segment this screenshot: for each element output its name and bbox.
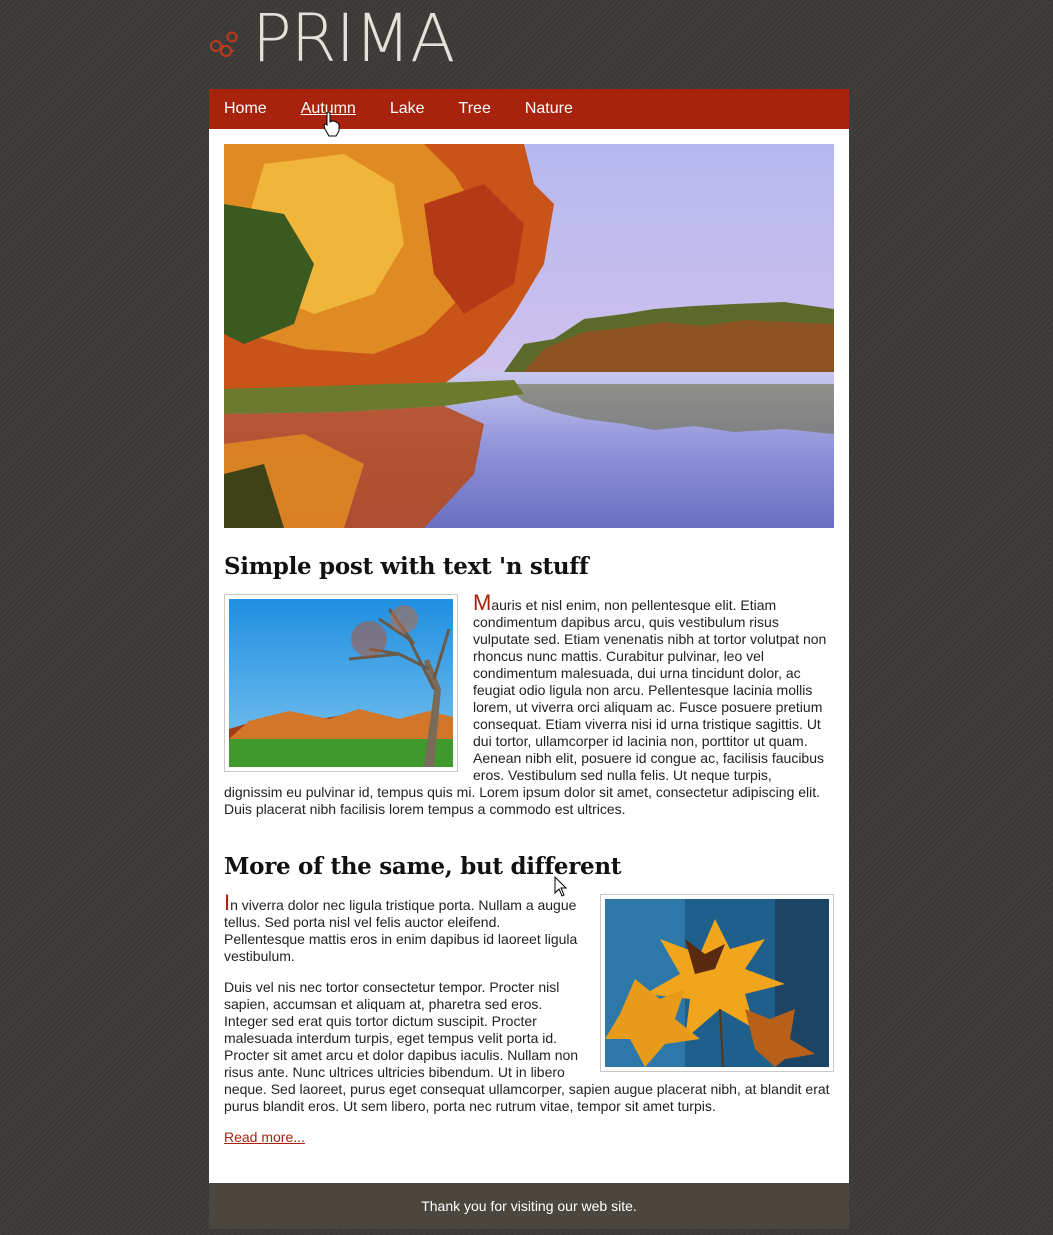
read-more-link[interactable]: Read more... [224, 1129, 305, 1145]
autumn-tree-photo [229, 599, 453, 767]
hand-cursor-icon [323, 111, 340, 137]
post-title: More of the same, but different [224, 853, 622, 880]
nav-item-home[interactable]: Home [224, 100, 267, 118]
main-content: Simple post with text 'n stuff Mauris et… [209, 129, 849, 1183]
post-thumbnail [224, 594, 458, 772]
post-title: Simple post with text 'n stuff [224, 553, 589, 580]
post-thumbnail [600, 894, 834, 1072]
footer-text: Thank you for visiting our web site. [421, 1198, 637, 1214]
main-nav: Home Autumn Lake Tree Nature [209, 89, 849, 129]
autumn-leaves-photo [605, 899, 829, 1067]
nav-item-lake[interactable]: Lake [390, 100, 425, 118]
footer: Thank you for visiting our web site. [209, 1183, 849, 1229]
nav-item-tree[interactable]: Tree [459, 100, 491, 118]
arrow-cursor-icon [554, 876, 568, 897]
dropcap: M [473, 590, 492, 615]
logo-leaf-icon [210, 31, 238, 57]
hero-image [224, 144, 834, 528]
nav-item-nature[interactable]: Nature [525, 100, 573, 118]
logo-text: PRIMA [252, 0, 455, 77]
site-logo[interactable]: PRIMA [208, 0, 468, 77]
